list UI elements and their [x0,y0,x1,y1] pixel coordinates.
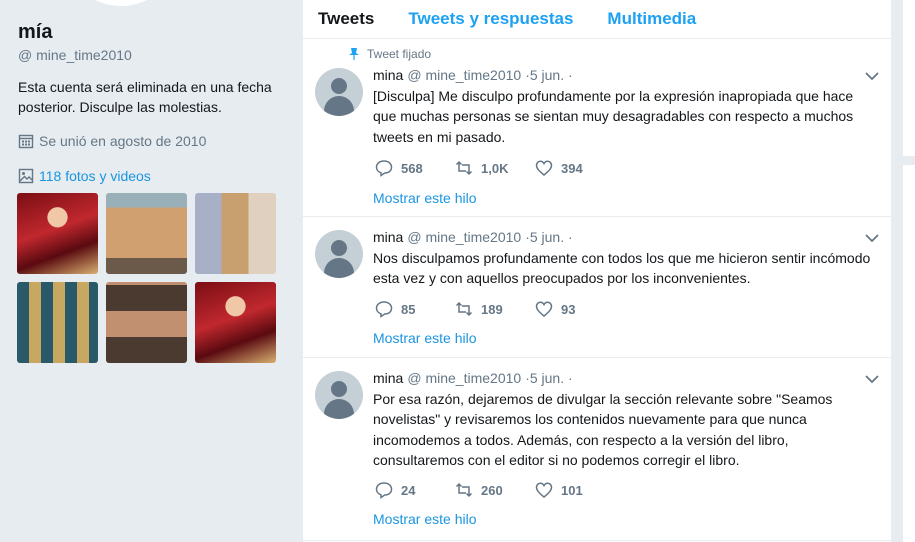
media-thumbnail[interactable] [106,282,187,363]
tweet-author-name[interactable]: mina [373,229,403,245]
reply-icon [375,301,393,318]
tweet-actions: 24 260 101 [375,481,615,499]
tab-media[interactable]: Multimedia [607,9,696,29]
retweet-icon [455,160,473,176]
like-button[interactable]: 93 [535,300,615,318]
retweet-button[interactable]: 260 [455,481,535,499]
tweet-header: mina @ mine_time2010 ·5 jun. · [373,370,573,386]
retweet-count: 1,0K [481,160,509,176]
media-grid [17,193,277,363]
tweet-header: mina @ mine_time2010 ·5 jun. · [373,67,573,83]
profile-handle: @ mine_time2010 [18,47,132,63]
tweet-actions: 568 1,0K 394 [375,159,615,177]
profile-name: mía [18,21,53,43]
image-icon [18,168,34,184]
calendar-icon [18,134,34,149]
retweet-count: 189 [481,301,503,317]
tab-tweets[interactable]: Tweets [318,9,374,29]
reply-count: 24 [401,482,416,498]
tweet-header: mina @ mine_time2010 ·5 jun. · [373,229,573,245]
media-thumbnail[interactable] [17,193,98,274]
show-thread-link[interactable]: Mostrar este hilo [373,190,476,206]
tweet[interactable]: mina @ mine_time2010 ·5 jun. · Nos discu… [303,217,891,358]
reply-count: 568 [401,160,423,176]
chevron-down-icon[interactable] [865,71,879,81]
pinned-label: Tweet fijado [367,47,432,61]
timeline: Tweets Tweets y respuestas Multimedia Tw… [303,0,891,542]
right-sidebar-card [903,0,915,156]
tweet-avatar[interactable] [315,230,363,278]
reply-button[interactable]: 85 [375,300,455,318]
profile-tabs: Tweets Tweets y respuestas Multimedia [303,0,891,39]
media-thumbnail[interactable] [195,282,276,363]
right-sidebar-card [903,165,915,542]
pin-icon [349,48,359,60]
tweet-text: Nos disculpamos profundamente con todos … [373,250,871,287]
tweet-avatar[interactable] [315,68,363,116]
tweet-date[interactable]: ·5 jun. · [525,67,572,83]
tweet-text: Por esa razón, dejaremos de divulgar la … [373,391,833,468]
profile-avatar[interactable] [62,0,180,6]
retweet-icon [455,482,473,498]
pinned-indicator: Tweet fijado [349,47,431,61]
reply-count: 85 [401,301,416,317]
photos-videos-link[interactable]: 118 fotos y videos [18,168,151,184]
tweet-actions: 85 189 93 [375,300,615,318]
retweet-button[interactable]: 1,0K [455,159,535,177]
media-link-label: 118 fotos y videos [39,168,151,184]
profile-joined: Se unió en agosto de 2010 [18,133,206,149]
tweet-text: [Disculpa] Me disculpo profundamente por… [373,88,854,145]
tweet-date[interactable]: ·5 jun. · [525,370,572,386]
tweet-author-handle[interactable]: @ mine_time2010 [407,229,521,245]
tab-tweets-replies[interactable]: Tweets y respuestas [408,9,573,29]
right-sidebar [891,0,915,542]
like-count: 101 [561,482,583,498]
reply-button[interactable]: 24 [375,481,455,499]
retweet-icon [455,301,473,317]
joined-label: Se unió en agosto de 2010 [39,133,207,149]
tweet[interactable]: Tweet fijado mina @ mine_time2010 ·5 jun… [303,39,891,217]
tweet[interactable]: mina @ mine_time2010 ·5 jun. · Por esa r… [303,358,891,541]
media-thumbnail[interactable] [195,193,276,274]
like-count: 93 [561,301,576,317]
tweet-author-handle[interactable]: @ mine_time2010 [407,370,521,386]
show-thread-link[interactable]: Mostrar este hilo [373,330,476,346]
heart-icon [535,482,553,498]
tweet-author-name[interactable]: mina [373,370,403,386]
show-thread-link[interactable]: Mostrar este hilo [373,511,476,527]
reply-icon [375,160,393,177]
heart-icon [535,301,553,317]
heart-icon [535,160,553,176]
profile-sidebar: mía @ mine_time2010 Esta cuenta será eli… [0,0,303,542]
tweet-author-handle[interactable]: @ mine_time2010 [407,67,521,83]
tweet-author-name[interactable]: mina [373,67,403,83]
retweet-count: 260 [481,482,503,498]
reply-icon [375,482,393,499]
chevron-down-icon[interactable] [865,233,879,243]
like-button[interactable]: 394 [535,159,615,177]
like-count: 394 [561,160,583,176]
profile-bio: Esta cuenta será eliminada en una fecha … [18,79,272,115]
media-thumbnail[interactable] [106,193,187,274]
tweet-avatar[interactable] [315,371,363,419]
chevron-down-icon[interactable] [865,374,879,384]
media-thumbnail[interactable] [17,282,98,363]
tweet-date[interactable]: ·5 jun. · [525,229,572,245]
reply-button[interactable]: 568 [375,159,455,177]
retweet-button[interactable]: 189 [455,300,535,318]
like-button[interactable]: 101 [535,481,615,499]
